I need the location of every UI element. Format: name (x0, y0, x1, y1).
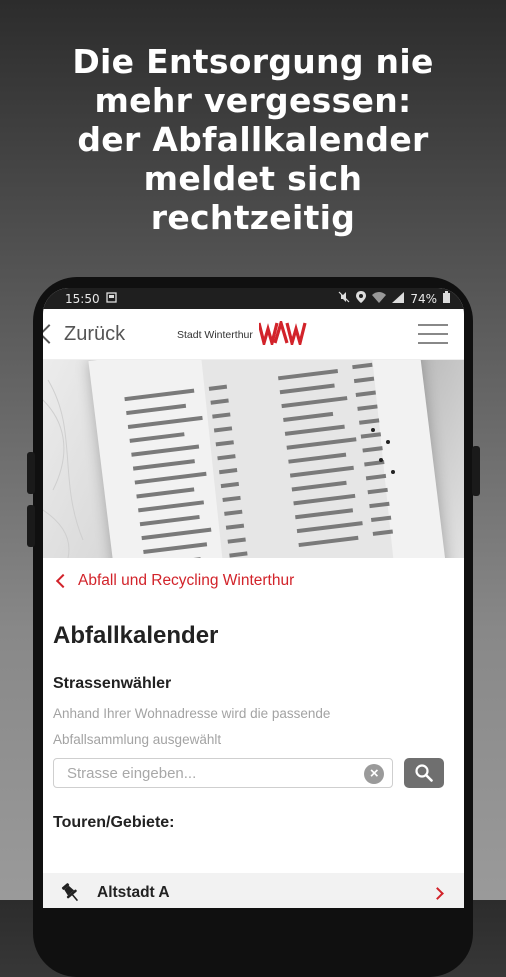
street-search-field: × (53, 758, 394, 788)
status-bar: 15:50 74% (43, 288, 464, 309)
location-icon (356, 291, 367, 306)
status-time: 15:50 (65, 291, 100, 306)
description-line: Anhand Ihrer Wohnadresse wird die passen… (53, 706, 331, 721)
winterthur-emblem-icon (258, 321, 307, 345)
app-screen: 15:50 74% Zurück Stadt Winterthur Abfall… (43, 288, 464, 908)
volume-button (27, 452, 35, 494)
chevron-left-icon (43, 324, 59, 344)
power-button (472, 446, 480, 496)
calendar-photo-image (43, 362, 395, 558)
promo-headline: Die Entsorgung nie mehr vergessen: der A… (0, 42, 506, 237)
stadt-winterthur-logo: Stadt Winterthur (177, 321, 309, 345)
headline-line: meldet sich (143, 159, 363, 198)
chevron-right-icon (431, 887, 444, 900)
tour-label: Altstadt A (97, 884, 170, 901)
hero-image (43, 360, 464, 558)
street-selector-heading: Strassenwähler (53, 675, 172, 692)
battery-percent: 74% (410, 291, 437, 306)
back-button[interactable]: Zurück (43, 323, 125, 346)
menu-button[interactable] (418, 324, 448, 351)
description-line: Abfallsammlung ausgewählt (53, 732, 222, 747)
tour-list-item[interactable]: Altstadt A (43, 873, 464, 908)
battery-icon (443, 291, 450, 306)
breadcrumb-label: Abfall und Recycling Winterthur (78, 572, 295, 589)
headline-line: der Abfallkalender (77, 120, 429, 159)
back-label: Zurück (64, 322, 126, 345)
nav-bar: Zurück Stadt Winterthur (43, 309, 464, 360)
headline-line: rechtzeitig (150, 198, 356, 237)
search-button[interactable] (404, 758, 444, 788)
page-title: Abfallkalender (53, 622, 219, 649)
signal-icon (392, 291, 405, 306)
headline-line: mehr vergessen: (94, 81, 412, 120)
headline-line: Die Entsorgung nie (72, 42, 434, 81)
clear-icon[interactable]: × (364, 764, 385, 784)
chevron-left-icon (55, 573, 71, 589)
street-search-input[interactable] (65, 763, 349, 783)
street-selector-description: Anhand Ihrer Wohnadresse wird die passen… (53, 701, 444, 753)
volume-button (27, 505, 35, 547)
mute-icon (338, 291, 350, 306)
breadcrumb-link[interactable]: Abfall und Recycling Winterthur (53, 572, 444, 590)
logo-text: Stadt Winterthur (177, 329, 253, 341)
search-icon (415, 764, 433, 782)
main-content: Abfall und Recycling Winterthur Abfallka… (43, 572, 464, 832)
wifi-icon (372, 291, 387, 306)
notification-icon (105, 291, 117, 306)
street-search-row: × (53, 758, 444, 788)
tours-heading: Touren/Gebiete: (53, 814, 175, 831)
pin-icon (61, 883, 79, 902)
